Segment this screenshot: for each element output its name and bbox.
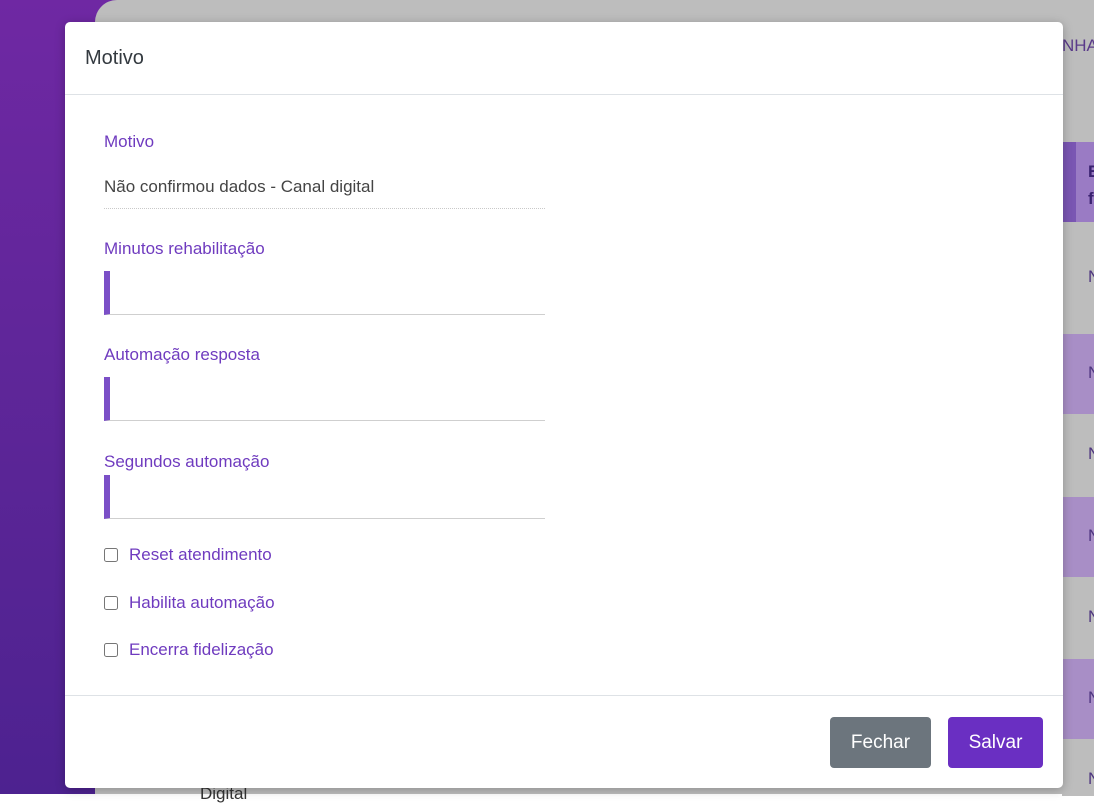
minutos-rehabilitacao-label: Minutos rehabilitação <box>104 239 265 258</box>
background-row-text: N <box>1088 526 1094 546</box>
background-row-text: N <box>1088 688 1094 708</box>
background-table-row: N <box>1062 334 1094 414</box>
background-row-text: N <box>1088 267 1094 287</box>
automacao-resposta-label: Automação resposta <box>104 345 260 364</box>
background-table-row: N <box>1062 497 1094 577</box>
background-row-text: N <box>1088 607 1094 627</box>
background-row-text: N <box>1088 769 1094 789</box>
background-table-row: N <box>1062 659 1094 739</box>
automacao-resposta-input[interactable] <box>104 377 545 421</box>
habilita-automacao-label[interactable]: Habilita automação <box>129 593 275 613</box>
motivo-value-text: Não confirmou dados - Canal digital <box>104 177 375 196</box>
background-row-text: N <box>1088 444 1094 464</box>
reset-atendimento-label[interactable]: Reset atendimento <box>129 545 272 565</box>
background-table-row: N <box>1062 577 1094 659</box>
segundos-automacao-label: Segundos automação <box>104 452 270 471</box>
modal-footer: Fechar Salvar <box>65 695 1063 788</box>
motivo-label: Motivo <box>104 132 155 151</box>
reset-atendimento-row: Reset atendimento <box>104 545 272 565</box>
background-table-row: N <box>1062 739 1094 796</box>
motivo-value: Não confirmou dados - Canal digital <box>104 177 545 209</box>
segundos-automacao-input[interactable] <box>104 475 545 519</box>
background-table-row: N <box>1062 414 1094 497</box>
background-table: Ef N N N N N N N <box>1062 142 1094 796</box>
motivo-modal: Motivo Motivo Não confirmou dados - Cana… <box>65 22 1063 788</box>
habilita-automacao-row: Habilita automação <box>104 593 275 613</box>
background-table-row: N <box>1062 222 1094 334</box>
modal-title: Motivo <box>85 46 144 69</box>
reset-atendimento-checkbox[interactable] <box>104 548 118 562</box>
habilita-automacao-checkbox[interactable] <box>104 596 118 610</box>
modal-header: Motivo <box>65 22 1063 95</box>
encerra-fidelizacao-row: Encerra fidelização <box>104 640 274 660</box>
background-table-header: Ef <box>1062 142 1094 222</box>
encerra-fidelizacao-label[interactable]: Encerra fidelização <box>129 640 274 660</box>
encerra-fidelizacao-checkbox[interactable] <box>104 643 118 657</box>
background-table-header-text: Ef <box>1088 162 1094 208</box>
background-row-text: N <box>1088 363 1094 383</box>
minutos-rehabilitacao-input[interactable] <box>104 271 545 315</box>
close-button[interactable]: Fechar <box>830 717 931 768</box>
background-header-fragment: NHA <box>1062 36 1094 55</box>
modal-body: Motivo Não confirmou dados - Canal digit… <box>65 95 1063 695</box>
save-button[interactable]: Salvar <box>948 717 1043 768</box>
